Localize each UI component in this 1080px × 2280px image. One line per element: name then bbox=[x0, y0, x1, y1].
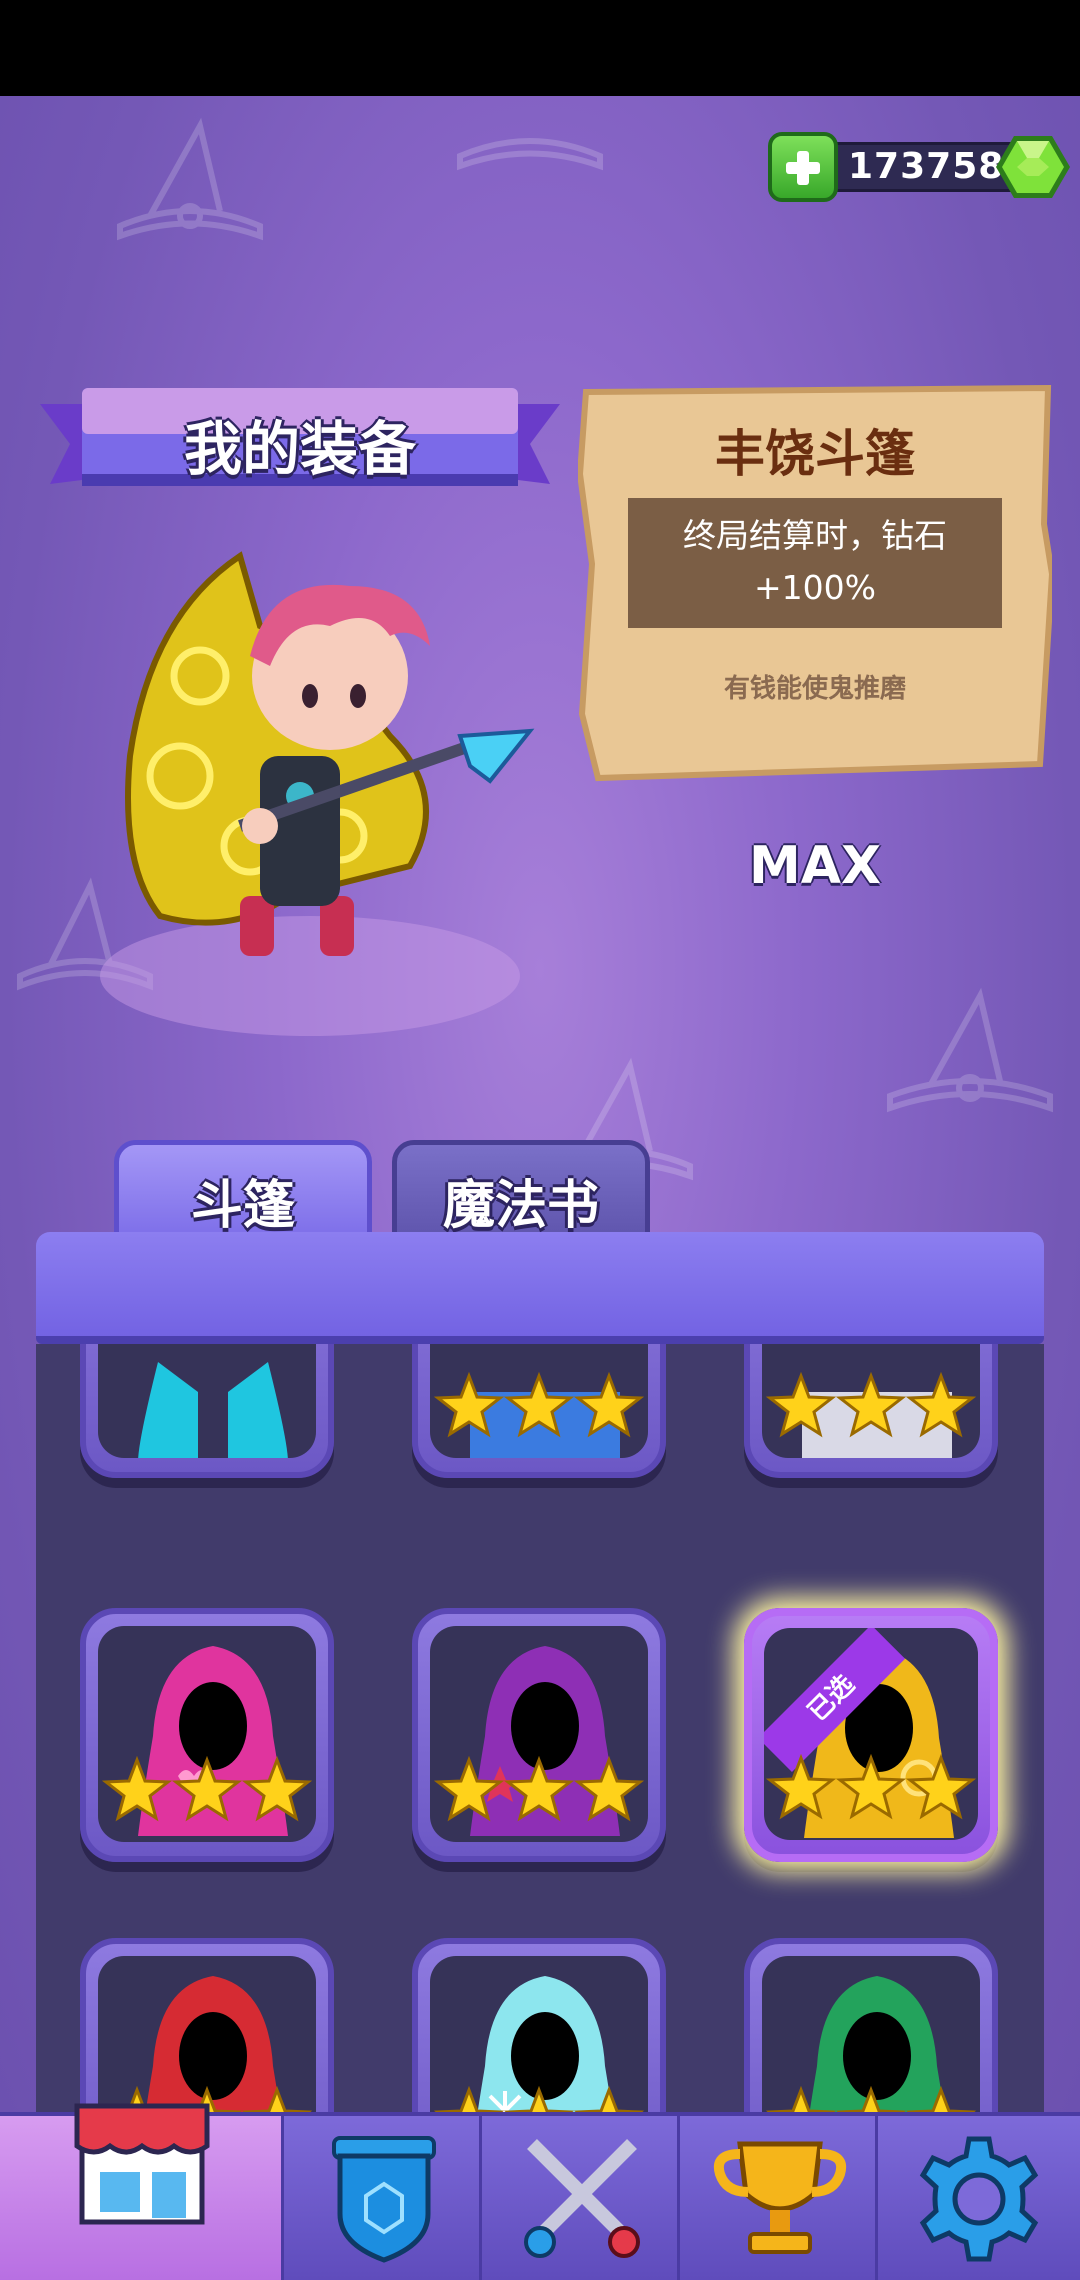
shield-icon bbox=[332, 2136, 436, 2263]
item-description-line2: +100% bbox=[754, 568, 876, 607]
cloak-icon bbox=[138, 1362, 288, 1458]
panel-header bbox=[36, 1232, 1044, 1344]
item-name: 丰饶斗篷 bbox=[715, 425, 915, 483]
gem-counter: 173758 bbox=[768, 132, 1070, 202]
three-stars-icon bbox=[101, 1755, 313, 1822]
nav-settings[interactable] bbox=[878, 2116, 1080, 2280]
item-level-label: MAX bbox=[748, 836, 882, 896]
add-gems-button[interactable] bbox=[768, 132, 838, 202]
trophy-icon bbox=[714, 2141, 846, 2254]
three-stars-icon bbox=[765, 1371, 977, 1438]
three-stars-icon bbox=[433, 1371, 645, 1438]
cloak-card-selected[interactable]: 已选 bbox=[744, 1608, 998, 1862]
cloak-card[interactable] bbox=[412, 1608, 666, 1862]
three-stars-icon bbox=[433, 1755, 645, 1822]
gem-icon bbox=[996, 136, 1070, 198]
banner-title: 我的装备 bbox=[183, 415, 416, 483]
star-rating bbox=[98, 1755, 316, 1826]
hat-pattern-icon bbox=[887, 987, 1053, 1113]
three-stars-icon bbox=[765, 1753, 977, 1820]
cloak-grid: 已选 bbox=[36, 1344, 1044, 2224]
cloak-card-inner bbox=[430, 1344, 648, 1458]
star-rating bbox=[430, 1755, 648, 1826]
item-description-line1: 终局结算时，钻石 bbox=[683, 516, 947, 555]
nav-shop[interactable] bbox=[0, 2103, 284, 2280]
item-info-scroll: 丰饶斗篷 终局结算时，钻石 +100% 有钱能使鬼推磨 bbox=[578, 384, 1052, 784]
cloak-card[interactable] bbox=[80, 1344, 334, 1478]
hat-pattern-icon bbox=[117, 117, 263, 241]
cloak-card-inner bbox=[430, 1626, 648, 1842]
item-description: 终局结算时，钻石 +100% bbox=[628, 498, 1002, 628]
star-rating bbox=[762, 1371, 980, 1442]
my-equipment-banner: 我的装备 bbox=[40, 384, 560, 504]
nav-battle[interactable] bbox=[482, 2116, 680, 2280]
cloak-card-inner: 已选 bbox=[764, 1628, 978, 1840]
cloak-card-inner bbox=[98, 1626, 316, 1842]
cloak-card-inner bbox=[762, 1344, 980, 1458]
gem-amount: 173758 bbox=[848, 146, 1005, 187]
nav-shield[interactable] bbox=[284, 2116, 482, 2280]
nav-trophy[interactable] bbox=[680, 2116, 878, 2280]
shop-icon bbox=[74, 2103, 210, 2225]
gear-icon bbox=[919, 2136, 1039, 2262]
star-rating bbox=[764, 1753, 978, 1824]
hat-pattern-icon bbox=[457, 138, 603, 171]
cloak-card[interactable] bbox=[744, 1344, 998, 1478]
cloak-card[interactable] bbox=[80, 1608, 334, 1862]
crossed-swords-icon bbox=[524, 2139, 640, 2258]
wizard-character bbox=[100, 551, 535, 1036]
status-bar bbox=[0, 0, 1080, 96]
bottom-nav bbox=[0, 2103, 1080, 2280]
cloak-card[interactable] bbox=[412, 1344, 666, 1478]
star-rating bbox=[430, 1371, 648, 1442]
item-flavor-text: 有钱能使鬼推磨 bbox=[723, 674, 906, 704]
game-screen: 173758 我的装备 丰饶斗篷 终局结算时，钻石 +100% 有钱能使鬼推磨 … bbox=[0, 96, 1080, 2280]
cloak-card-inner bbox=[98, 1344, 316, 1458]
